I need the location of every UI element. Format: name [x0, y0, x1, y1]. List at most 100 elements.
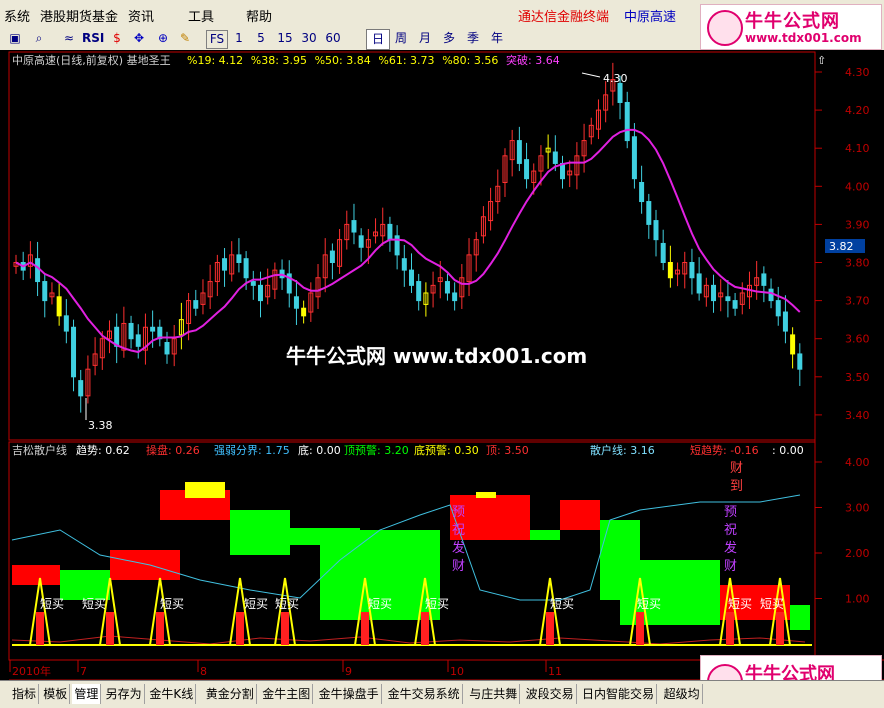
buy-label: 短买 [244, 597, 268, 611]
period-1min[interactable]: 1 [232, 30, 246, 47]
sub-tick-label: 1.00 [845, 593, 870, 606]
buy-bar [36, 612, 44, 645]
warn-label: 预 [724, 505, 737, 520]
sub-tick-label: 3.00 [845, 502, 870, 515]
indicator-band [790, 605, 810, 630]
bottom-tab-11[interactable]: 日内智能交易 [580, 684, 658, 704]
indicator-band [476, 492, 496, 498]
candle-body [617, 82, 623, 103]
indicator-band [230, 510, 290, 555]
candle-body [631, 136, 637, 180]
candle-body [624, 101, 630, 142]
period-multi[interactable]: 多 [438, 29, 460, 48]
chart-icon[interactable]: ≈ [60, 30, 78, 47]
candle-body [711, 284, 717, 302]
zoom-icon[interactable]: ⌕ [30, 30, 48, 47]
dollar-icon[interactable]: $ [108, 30, 126, 47]
fs-button[interactable]: FS [206, 30, 228, 49]
period-day[interactable]: 日 [366, 29, 390, 50]
bottom-tab-8[interactable]: 金牛交易系统 [386, 684, 463, 704]
fortune-label: 到 [730, 479, 743, 494]
candle-body [667, 262, 673, 279]
candle-body [725, 296, 731, 302]
candle-body [552, 151, 558, 164]
sub-tick-label: 4.00 [845, 456, 870, 469]
main-tick-label: 3.90 [845, 218, 870, 231]
buy-label: 短买 [160, 597, 184, 611]
sub-field-7: 散户线: 3.16 [590, 443, 655, 457]
candle-body [452, 292, 458, 302]
buy-bar [726, 612, 734, 645]
main-tick-label: 4.30 [845, 66, 870, 79]
pencil-icon[interactable]: ✎ [176, 30, 194, 47]
bottom-tab-0[interactable]: 指标 [10, 684, 40, 704]
logo-url: www.tdx001.com [745, 31, 862, 45]
candle-body [401, 258, 407, 271]
candle-body [660, 242, 666, 263]
candle-body [775, 300, 781, 317]
period-60min[interactable]: 60 [324, 30, 342, 47]
candle-body [42, 281, 48, 302]
menu-tools[interactable]: 工具 [188, 6, 214, 25]
buy-bar [106, 612, 114, 645]
buy-bar [421, 612, 429, 645]
buy-label: 短买 [728, 597, 752, 611]
candle-body [135, 334, 141, 347]
buy-bar [636, 612, 644, 645]
bottom-tab-12[interactable]: 超级均 [662, 684, 703, 704]
scroll-up-icon[interactable]: ⇧ [817, 54, 826, 67]
candle-body [351, 220, 357, 233]
period-month[interactable]: 月 [414, 29, 436, 48]
sub-field-0: 趋势: 0.62 [76, 444, 130, 457]
menu-help[interactable]: 帮助 [246, 6, 272, 25]
period-week[interactable]: 周 [390, 29, 412, 48]
candle-body [524, 159, 530, 180]
current-price-label: 3.82 [829, 240, 854, 253]
period-5min[interactable]: 5 [254, 30, 268, 47]
menu-news[interactable]: 资讯 [128, 6, 154, 25]
warn-label: 预 [452, 505, 465, 520]
logo-title: 牛牛公式网 [745, 11, 840, 32]
candle-body [78, 380, 84, 397]
high-annotation: 4.30 [603, 72, 628, 85]
candle-body [761, 273, 767, 286]
candle-body [236, 254, 242, 264]
candle-body [387, 223, 393, 241]
indicator-band [185, 482, 225, 498]
site-logo: 牛牛公式网 www.tdx001.com [700, 4, 882, 50]
bottom-tab-7[interactable]: 金牛操盘手 [317, 684, 382, 704]
bottom-tab-1[interactable]: 模板 [41, 684, 71, 704]
candle-body [128, 322, 134, 340]
candle-body [250, 281, 256, 286]
crosshair-icon[interactable]: ⊕ [154, 30, 172, 47]
window-icon[interactable]: ▣ [6, 30, 24, 47]
bottom-tab-5[interactable]: 黄金分割 [204, 684, 257, 704]
period-quarter[interactable]: 季 [462, 29, 484, 48]
menu-system[interactable]: 系统 [4, 6, 30, 25]
buy-bar [281, 612, 289, 645]
period-30min[interactable]: 30 [300, 30, 318, 47]
bottom-tab-2[interactable]: 管理 [72, 684, 102, 704]
date-label: 8 [200, 665, 207, 678]
candle-body [782, 311, 788, 332]
menu-hk-futures[interactable]: 港股期货基金 [40, 6, 118, 25]
candle-body [639, 181, 645, 203]
period-15min[interactable]: 15 [276, 30, 294, 47]
bottom-tab-4[interactable]: 金牛K线 [147, 684, 197, 704]
date-label: 7 [80, 665, 87, 678]
main-field-2: %50: 3.84 [315, 54, 371, 67]
candle-body [329, 250, 335, 264]
candle-body [409, 269, 414, 286]
bottom-tab-9[interactable]: 与庄共舞 [467, 684, 521, 704]
rsi-button[interactable]: RSI [82, 30, 104, 47]
buy-label: 短买 [550, 597, 574, 611]
bottom-tab-10[interactable]: 波段交易 [524, 684, 577, 704]
candle-body [696, 273, 702, 294]
period-year[interactable]: 年 [486, 29, 508, 48]
main-tick-label: 4.20 [845, 104, 870, 117]
main-tick-label: 4.10 [845, 142, 870, 155]
bottom-tab-6[interactable]: 金牛主图 [260, 684, 314, 704]
move-icon[interactable]: ✥ [130, 30, 148, 47]
bottom-tab-3[interactable]: 另存为 [104, 684, 145, 704]
main-field-4: %80: 3.56 [442, 54, 498, 67]
